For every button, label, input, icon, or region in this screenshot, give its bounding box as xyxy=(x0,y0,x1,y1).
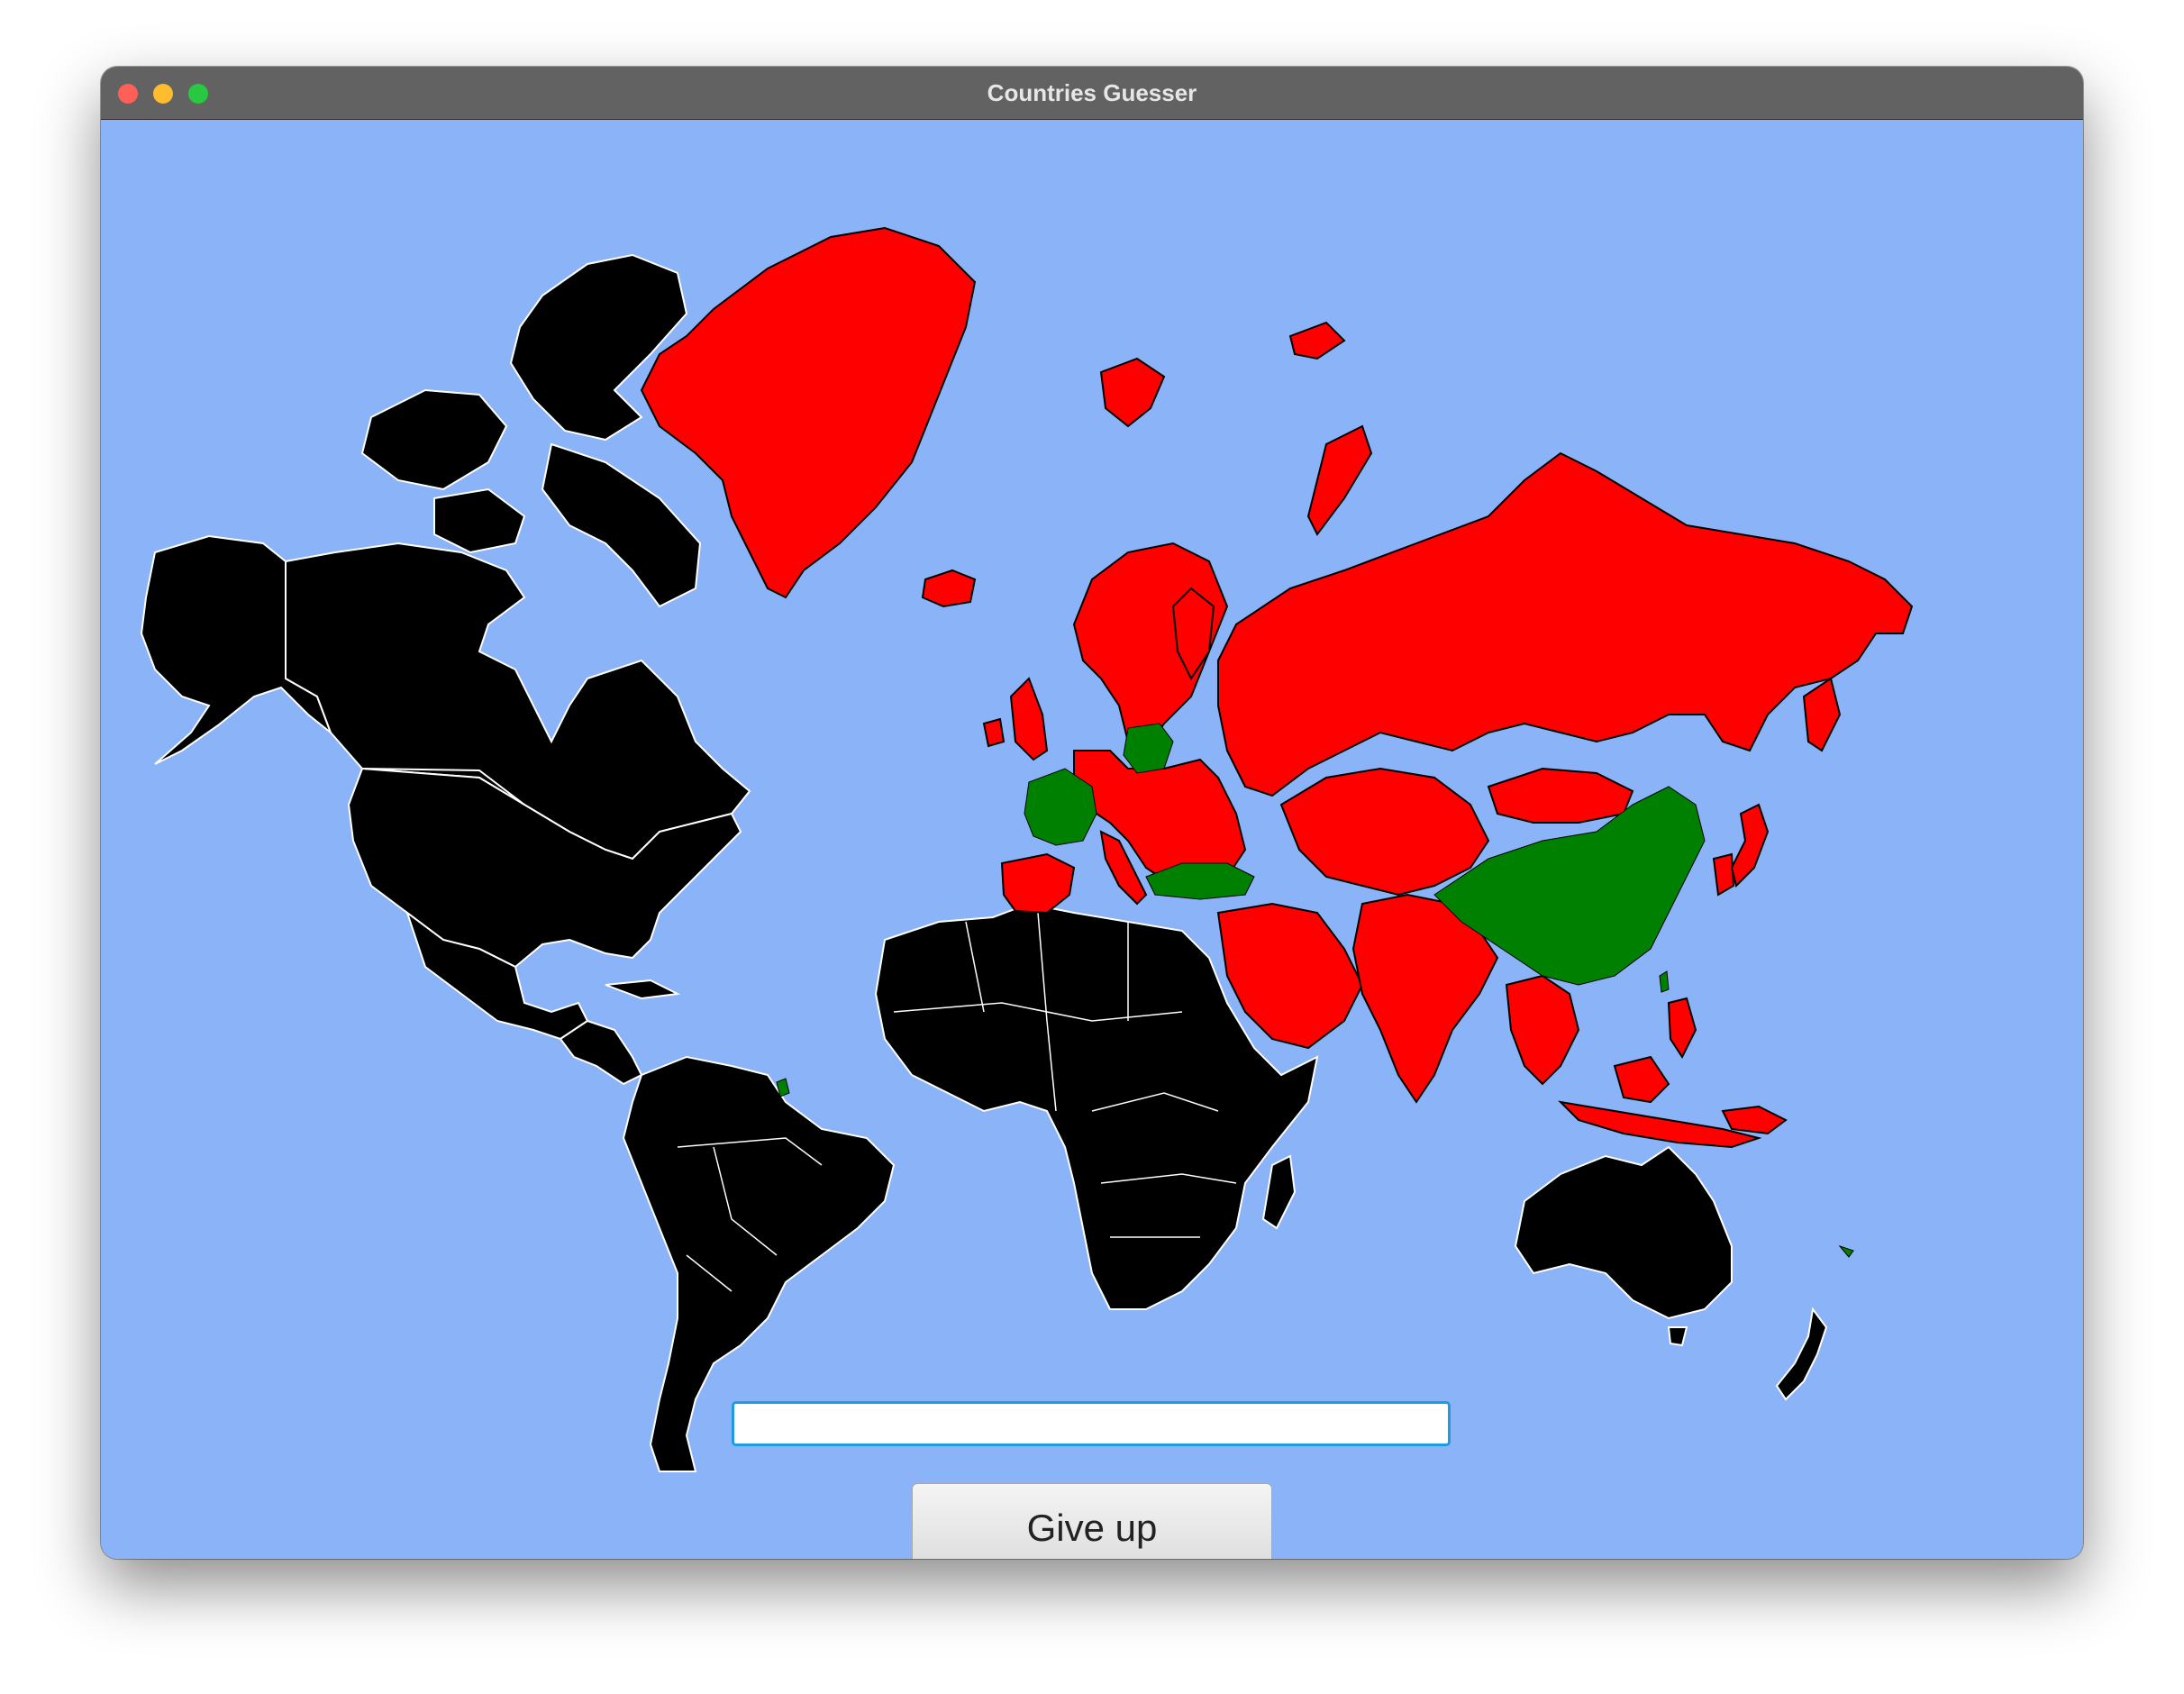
country-korea xyxy=(1712,852,1735,897)
country-taiwan xyxy=(1659,970,1670,993)
country-papua xyxy=(1721,1105,1788,1135)
country-borneo xyxy=(1613,1055,1670,1104)
country-russia-kamchatka xyxy=(1802,677,1842,752)
country-poland xyxy=(1123,723,1174,774)
country-central-asia xyxy=(1279,767,1490,897)
country-japan xyxy=(1730,803,1770,888)
country-canada-islands-mid xyxy=(433,487,526,554)
give-up-button[interactable]: Give up xyxy=(912,1483,1272,1559)
window-title: Countries Guesser xyxy=(987,79,1197,106)
country-mongolia xyxy=(1487,767,1634,824)
country-canada-baffin xyxy=(541,442,702,608)
title-bar[interactable]: Countries Guesser xyxy=(101,67,2083,120)
country-guess-input[interactable] xyxy=(732,1401,1451,1446)
country-uk xyxy=(1009,677,1049,761)
world-map xyxy=(140,226,1914,1472)
country-iceland xyxy=(921,569,977,608)
country-ireland xyxy=(982,717,1006,748)
country-central-america xyxy=(559,1019,643,1086)
country-tasmania xyxy=(1667,1326,1688,1347)
country-australia xyxy=(1514,1145,1733,1320)
country-franz-josef xyxy=(1288,321,1346,360)
country-russia-novaya-zemlya xyxy=(1306,424,1373,536)
country-new-zealand xyxy=(1775,1307,1828,1401)
country-madagascar xyxy=(1261,1154,1297,1230)
app-window: Countries Guesser Give up xyxy=(101,67,2083,1559)
country-cuba xyxy=(605,979,681,1000)
country-svalbard xyxy=(1099,357,1166,428)
country-canada-islands-west xyxy=(360,388,508,491)
country-southeast-asia xyxy=(1505,974,1580,1086)
country-new-caledonia xyxy=(1838,1244,1854,1258)
country-philippines xyxy=(1667,997,1697,1060)
country-spain-portugal xyxy=(1000,852,1076,915)
game-area: Give up xyxy=(101,120,2083,1559)
